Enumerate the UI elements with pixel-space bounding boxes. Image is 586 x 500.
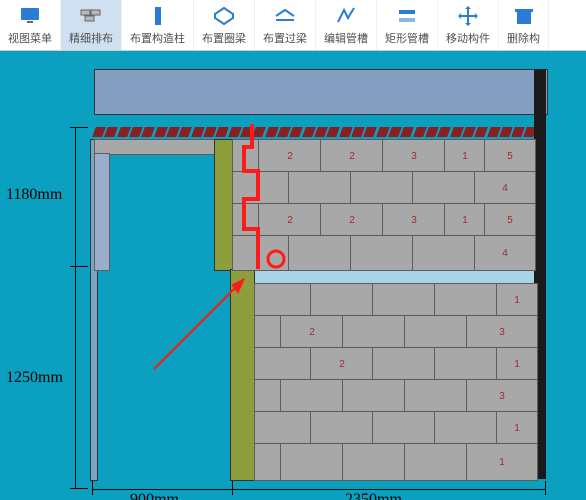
dim-top-span: 1180mm: [6, 186, 62, 204]
toolbar-column-button[interactable]: 布置构造柱: [122, 0, 194, 50]
toolbar-monitor-button[interactable]: 视图菜单: [0, 0, 61, 50]
dim-tick: [70, 488, 88, 489]
toolbar-rect-slot-button[interactable]: 矩形管槽: [377, 0, 438, 50]
lintel-label: 布置过梁: [263, 30, 307, 46]
brick-label: 精细排布: [69, 30, 113, 46]
rect-slot-label: 矩形管槽: [385, 30, 429, 46]
monitor-label: 视图菜单: [8, 30, 52, 46]
dim-tick: [545, 481, 546, 495]
dim-tick: [70, 127, 88, 128]
ring-beam-label: 布置圈梁: [202, 30, 246, 46]
toolbar: 视图菜单 精细排布 布置构造柱 布置圈梁 布置过梁 编辑管槽 矩形管槽 移动构件 删除构: [0, 0, 586, 51]
toolbar-move-button[interactable]: 移动构件: [438, 0, 499, 50]
dim-vline: [75, 127, 76, 489]
delete-label: 删除构: [507, 30, 540, 46]
edit-slot-label: 编辑管槽: [324, 30, 368, 46]
dim-hline: [92, 489, 546, 490]
toolbar-lintel-button[interactable]: 布置过梁: [255, 0, 316, 50]
dim-width-right: 2350mm: [345, 491, 402, 500]
dim-tick: [232, 481, 233, 495]
wall-area: 22315422315412321311: [94, 69, 546, 479]
dim-bottom-span: 1250mm: [6, 369, 63, 387]
dim-tick: [70, 266, 88, 267]
move-label: 移动构件: [446, 30, 490, 46]
annotation-markup: [94, 69, 546, 479]
toolbar-ring-beam-button[interactable]: 布置圈梁: [194, 0, 255, 50]
dim-tick: [92, 481, 93, 495]
toolbar-delete-button[interactable]: 删除构: [499, 0, 549, 50]
toolbar-brick-button[interactable]: 精细排布: [61, 0, 122, 50]
drawing-canvas: 1180mm 1250mm 900mm 2350mm 2231542231541…: [0, 51, 586, 500]
column-label: 布置构造柱: [130, 30, 185, 46]
dim-width-left: 900mm: [130, 491, 179, 500]
toolbar-edit-slot-button[interactable]: 编辑管槽: [316, 0, 377, 50]
